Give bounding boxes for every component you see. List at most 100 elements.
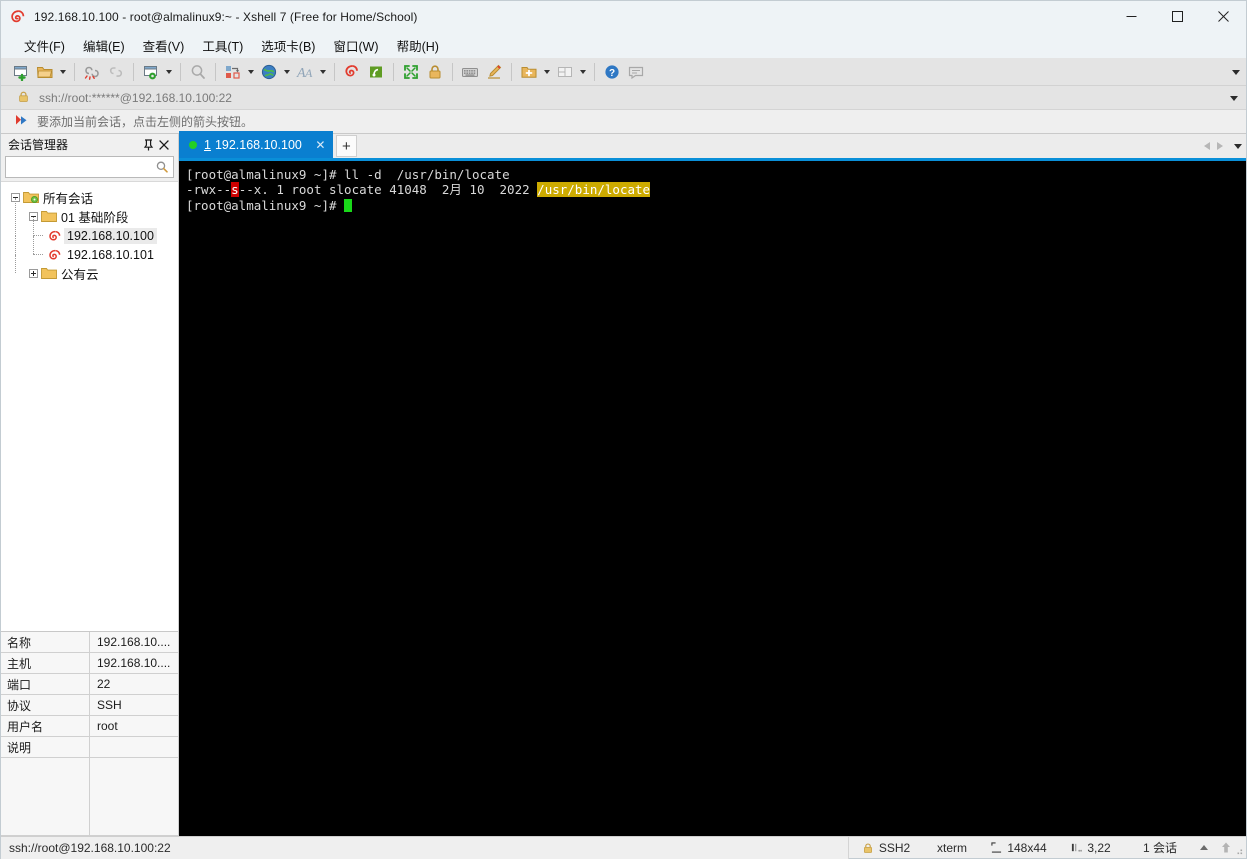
cursor-position-icon [1071, 842, 1083, 853]
comment-icon[interactable] [624, 60, 648, 84]
menu-file[interactable]: 文件(F) [15, 33, 74, 58]
tab-prev-arrow[interactable] [1204, 142, 1210, 150]
red-blue-arrow-icon [15, 114, 29, 130]
disconnect-icon[interactable] [80, 60, 104, 84]
tree-label: 192.168.10.100 [64, 227, 157, 244]
tree-node-public-cloud[interactable]: 公有云 [1, 255, 178, 283]
toolbar-overflow-chevron[interactable] [1232, 58, 1240, 86]
menu-bar: 文件(F) 编辑(E) 查看(V) 工具(T) 选项卡(B) 窗口(W) 帮助(… [1, 32, 1246, 58]
tree-node-session-101[interactable]: 192.168.10.101 [1, 236, 178, 264]
menu-help[interactable]: 帮助(H) [388, 33, 448, 58]
tree-guide-line [15, 236, 16, 255]
font-dropdown[interactable] [317, 60, 329, 84]
terminal-output[interactable]: [root@almalinux9 ~]# ll -d /usr/bin/loca… [179, 161, 1246, 836]
maximize-button[interactable] [1154, 1, 1200, 32]
toolbar-separator [511, 62, 512, 81]
screen-size-icon [991, 842, 1002, 853]
title-bar: 192.168.10.100 - root@almalinux9:~ - Xsh… [1, 1, 1246, 32]
address-input[interactable]: ssh://root:******@192.168.10.100:22 [39, 91, 232, 105]
tree-label: 192.168.10.101 [67, 247, 154, 262]
search-icon[interactable] [155, 160, 169, 177]
folder-icon [41, 267, 57, 280]
address-dropdown-chevron[interactable] [1230, 86, 1238, 110]
tree-guide-line [33, 217, 34, 236]
tree-label: 公有云 [61, 268, 99, 282]
menu-tabs[interactable]: 选项卡(B) [252, 33, 324, 58]
highlight-pen-icon[interactable] [482, 60, 506, 84]
toolbar-separator [393, 62, 394, 81]
pin-icon[interactable] [140, 137, 156, 153]
session-tree[interactable]: 所有会话 01 基础阶段 192.168.10.100 192.168.10.1… [1, 181, 178, 631]
terminal-text: --x. 1 root slocate 41048 2月 10 2022 [238, 182, 538, 198]
property-key: 主机 [1, 653, 90, 673]
property-value: root [90, 716, 178, 736]
terminal-line: [root@almalinux9 ~]# [186, 198, 1246, 213]
property-value [90, 737, 178, 757]
session-manager-header: 会话管理器 [1, 134, 178, 155]
fullscreen-icon[interactable] [399, 60, 423, 84]
add-to-folder-icon[interactable] [517, 60, 541, 84]
new-tab-button[interactable]: + [335, 135, 357, 157]
address-bar[interactable]: ssh://root:******@192.168.10.100:22 [1, 86, 1246, 110]
session-properties-table: 名称 192.168.10.... 主机 192.168.10.... 端口 2… [1, 631, 178, 836]
session-manager-panel: 会话管理器 所有会话 01 基础阶段 192.168.10.100 192.16… [1, 134, 188, 836]
reconnect-icon[interactable] [104, 60, 128, 84]
transfer-file-dropdown[interactable] [245, 60, 257, 84]
status-bar: ssh://root@192.168.10.100:22 SSH2 xterm … [1, 836, 1246, 859]
lock-icon[interactable] [423, 60, 447, 84]
expander-icon[interactable] [29, 269, 38, 278]
open-folder-icon[interactable] [33, 60, 57, 84]
keyboard-icon[interactable] [458, 60, 482, 84]
layout-dropdown[interactable] [577, 60, 589, 84]
font-icon[interactable]: A A [293, 60, 317, 84]
menu-view[interactable]: 查看(V) [134, 33, 194, 58]
help-icon[interactable]: ? [600, 60, 624, 84]
menu-tools[interactable]: 工具(T) [193, 33, 252, 58]
main-body: 会话管理器 所有会话 01 基础阶段 192.168.10.100 192.16… [1, 131, 1246, 836]
toolbar-separator [334, 62, 335, 81]
tree-node-basic-stage[interactable]: 01 基础阶段 [1, 198, 178, 226]
tree-node-session-100[interactable]: 192.168.10.100 [1, 217, 178, 245]
resize-grip[interactable] [1232, 844, 1244, 856]
find-icon[interactable] [186, 60, 210, 84]
toolbar-separator [133, 62, 134, 81]
toolbar-separator [594, 62, 595, 81]
globe-icon[interactable] [257, 60, 281, 84]
tree-guide-line [15, 217, 16, 236]
open-folder-dropdown[interactable] [57, 60, 69, 84]
table-filler-row [1, 758, 178, 836]
property-value: SSH [90, 695, 178, 715]
session-search-box[interactable] [5, 156, 188, 178]
status-size-cell: 148x44 [981, 837, 1057, 859]
tab-close-icon[interactable]: ✕ [313, 137, 328, 152]
add-to-folder-dropdown[interactable] [541, 60, 553, 84]
session-properties-icon[interactable] [139, 60, 163, 84]
transfer-file-icon[interactable] [221, 60, 245, 84]
notice-text: 要添加当前会话，点击左侧的箭头按钮。 [37, 115, 254, 129]
property-key: 协议 [1, 695, 90, 715]
tab-bar: 1 192.168.10.100 ✕ + [179, 131, 1246, 161]
close-icon[interactable] [156, 137, 172, 153]
svg-text:?: ? [609, 68, 615, 79]
new-session-icon[interactable] [9, 60, 33, 84]
menu-window[interactable]: 窗口(W) [324, 33, 387, 58]
table-row: 说明 [1, 737, 178, 758]
status-connection: ssh://root@192.168.10.100:22 [1, 836, 849, 859]
connected-status-icon [189, 140, 197, 149]
layout-icon[interactable] [553, 60, 577, 84]
xshell-icon[interactable] [340, 60, 364, 84]
table-row: 协议 SSH [1, 695, 178, 716]
tab-next-arrow[interactable] [1217, 142, 1223, 150]
table-row: 名称 192.168.10.... [1, 632, 178, 653]
close-button[interactable] [1200, 1, 1246, 32]
minimize-button[interactable] [1108, 1, 1154, 32]
tree-node-all-sessions[interactable]: 所有会话 [1, 188, 178, 207]
xftp-icon[interactable] [364, 60, 388, 84]
menu-edit[interactable]: 编辑(E) [74, 33, 134, 58]
window-title: 192.168.10.100 - root@almalinux9:~ - Xsh… [34, 9, 418, 24]
session-caret-up[interactable] [1195, 837, 1213, 859]
globe-dropdown[interactable] [281, 60, 293, 84]
session-properties-dropdown[interactable] [163, 60, 175, 84]
tab-session-1[interactable]: 1 192.168.10.100 ✕ [179, 131, 333, 158]
tab-list-chevron[interactable] [1234, 143, 1242, 149]
